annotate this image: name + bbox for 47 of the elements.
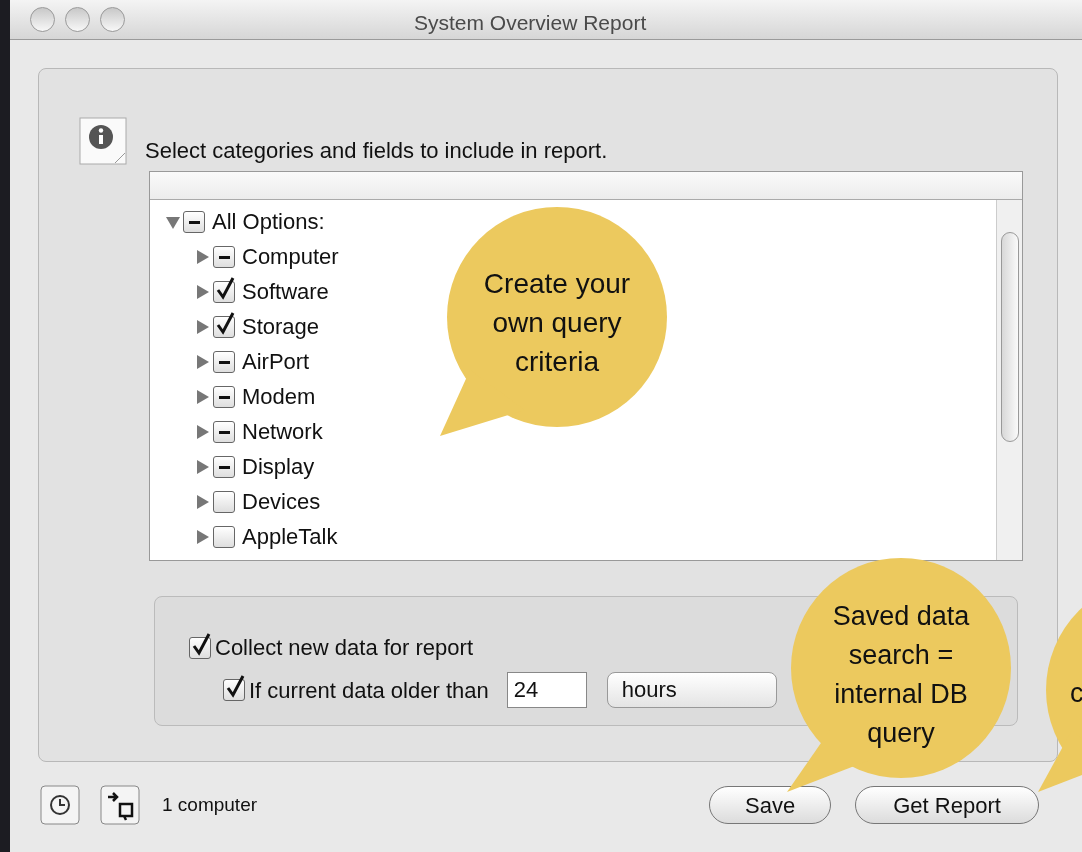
checkbox[interactable] [213,420,235,443]
callout-text: Saved data search = internal DB query [832,600,970,750]
tree-item-label[interactable]: AppleTalk [242,520,338,553]
callout-text: Create your own query criteria [483,267,631,379]
disclosure-triangle[interactable] [196,424,210,439]
disclosure-triangle[interactable] [196,354,210,369]
tree-item-label[interactable]: Software [242,275,329,308]
disclosure-triangle[interactable] [196,249,210,264]
checkbox[interactable] [213,385,235,408]
disclosure-triangle[interactable] [196,494,210,509]
computer-count: 1 computer [162,792,258,817]
checkbox[interactable] [213,280,235,303]
checkbox[interactable] [213,525,235,548]
callout-text: c [1070,677,1082,710]
checkbox[interactable] [189,636,211,659]
age-field[interactable]: 24 [506,672,587,708]
tree-item-label[interactable]: Display [242,450,315,483]
checkbox[interactable] [213,455,235,478]
tree-item-label[interactable]: AirPort [242,345,310,378]
tree-item-label[interactable]: Storage [242,310,320,343]
checkbox-label: Collect new data for report [215,634,474,662]
tree-item-label[interactable]: All Options: [212,205,325,238]
tree-item-label[interactable]: Network [242,415,323,448]
push-button[interactable]: Get Report [855,786,1040,824]
scrollbar-thumb[interactable] [1001,232,1019,442]
checkbox[interactable] [213,350,235,373]
unit-dropdown[interactable]: hours [606,672,777,708]
export-icon[interactable] [100,785,140,825]
checkbox[interactable] [213,245,235,268]
push-button[interactable]: Save [709,786,832,824]
instruction-text: Select categories and fields to include in report. [145,137,608,165]
disclosure-triangle[interactable] [196,459,210,474]
disclosure-triangle[interactable] [166,214,180,229]
disclosure-triangle[interactable] [196,529,210,544]
tree-item-label[interactable]: Modem [242,380,316,413]
checkbox[interactable] [183,210,205,233]
tree-item-label[interactable]: Devices [242,485,321,518]
checkbox[interactable] [213,490,235,513]
disclosure-triangle[interactable] [196,319,210,334]
window-title: System Overview Report [414,10,647,36]
clock-icon[interactable] [40,785,80,825]
checkbox[interactable] [213,315,235,338]
disclosure-triangle[interactable] [196,284,210,299]
disclosure-triangle[interactable] [196,389,210,404]
info-icon [79,117,127,165]
tree-item-label[interactable]: Computer [242,240,339,273]
checkbox-label: If current data older than [249,676,489,705]
